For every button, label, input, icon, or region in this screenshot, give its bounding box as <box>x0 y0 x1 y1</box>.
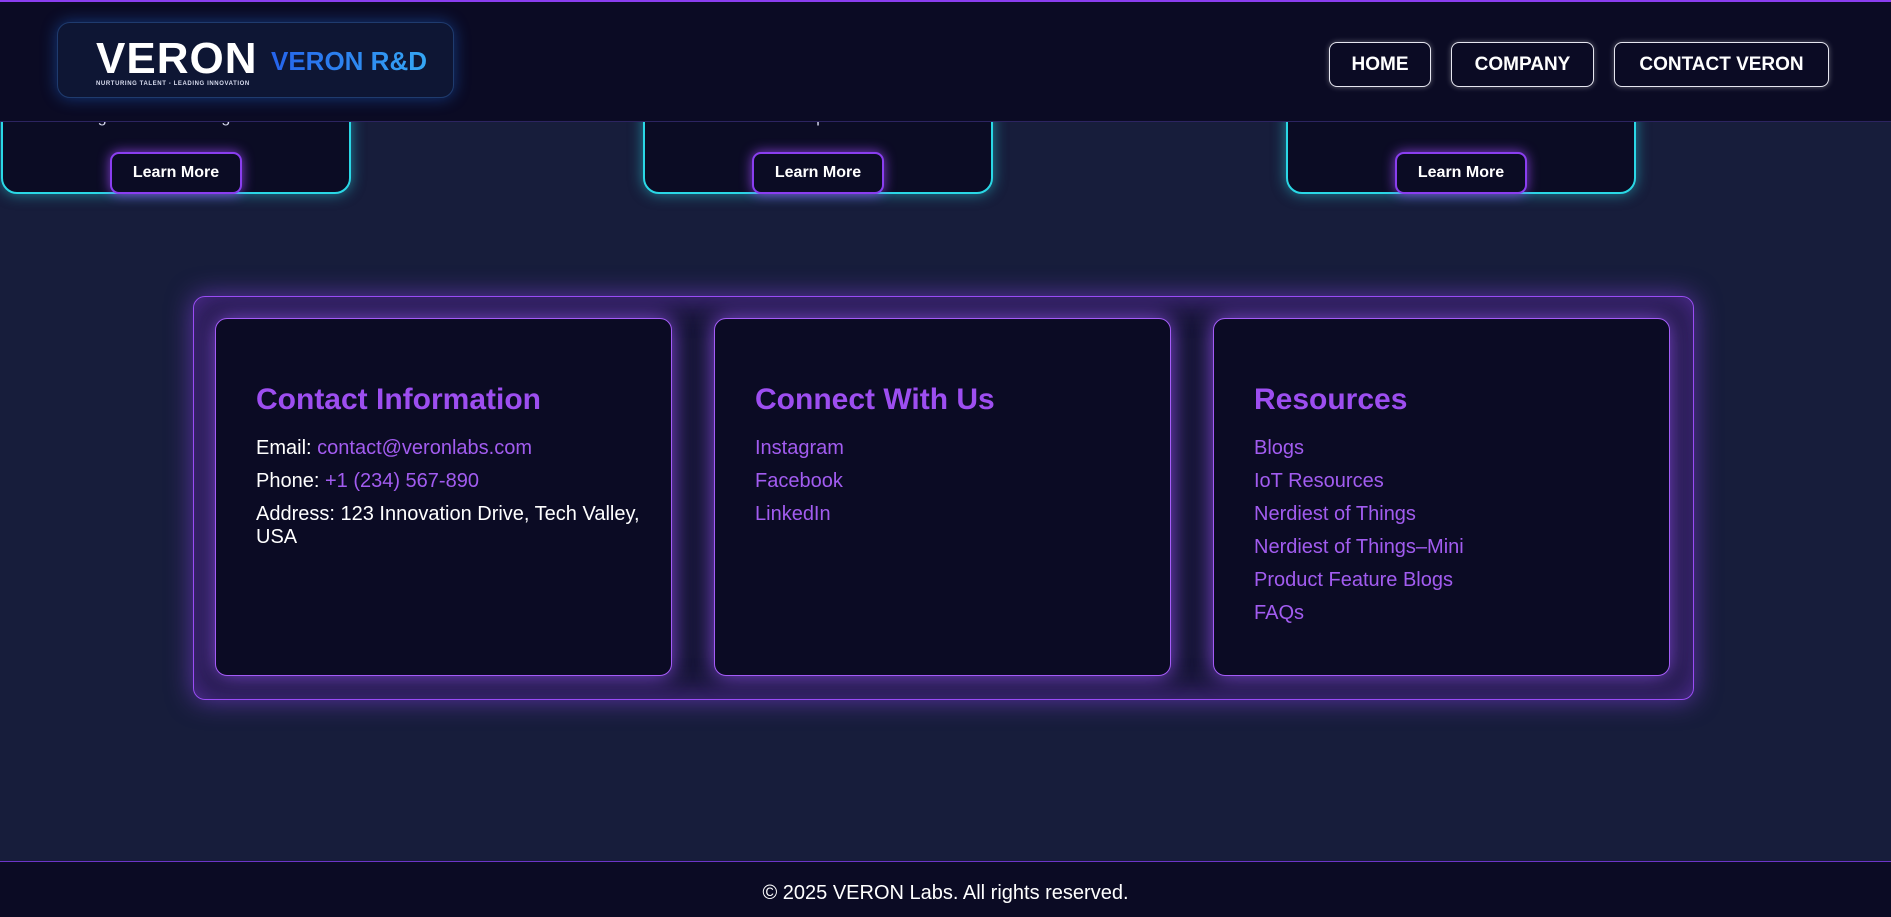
nav-contact-button[interactable]: CONTACT VERON <box>1614 42 1829 87</box>
logo-mark: VERON NURTURING TALENT - LEADING INNOVAT… <box>96 34 258 88</box>
nerdiest-of-things-link[interactable]: Nerdiest of Things <box>1254 503 1416 525</box>
blogs-link[interactable]: Blogs <box>1254 437 1304 459</box>
connect-title: Connect With Us <box>755 383 995 416</box>
logo-tagline: NURTURING TALENT - LEADING INNOVATION <box>96 81 250 87</box>
resources-links-list: Blogs IoT Resources Nerdiest of Things N… <box>1254 437 1639 635</box>
logo[interactable]: VERON NURTURING TALENT - LEADING INNOVAT… <box>57 22 454 98</box>
linkedin-link[interactable]: LinkedIn <box>755 503 831 525</box>
contact-info-title: Contact Information <box>256 383 541 416</box>
product-feature-blogs-link[interactable]: Product Feature Blogs <box>1254 569 1453 591</box>
iot-resources-link[interactable]: IoT Resources <box>1254 470 1384 492</box>
copyright-text: © 2025 VERON Labs. All rights reserved. <box>762 882 1129 904</box>
connect-card: Connect With Us Instagram Facebook Linke… <box>714 318 1171 676</box>
email-label: Email: <box>256 437 312 459</box>
phone-row: Phone: +1 (234) 567-890 <box>256 470 641 493</box>
instagram-link[interactable]: Instagram <box>755 437 844 459</box>
social-links-list: Instagram Facebook LinkedIn <box>755 437 1140 536</box>
info-section: Contact Information Email: contact@veron… <box>193 296 1694 700</box>
resources-card: Resources Blogs IoT Resources Nerdiest o… <box>1213 318 1670 676</box>
site-header: VERON NURTURING TALENT - LEADING INNOVAT… <box>0 0 1891 122</box>
email-link[interactable]: contact@veronlabs.com <box>317 437 532 459</box>
learn-more-button[interactable]: Learn More <box>752 152 884 194</box>
facebook-link[interactable]: Facebook <box>755 470 843 492</box>
logo-wordmark: VERON <box>96 34 258 83</box>
nerdiest-of-things-mini-link[interactable]: Nerdiest of Things–Mini <box>1254 536 1464 558</box>
learn-more-button[interactable]: Learn More <box>110 152 242 194</box>
brand-title: VERON R&D <box>271 46 428 76</box>
nav-company-button[interactable]: COMPANY <box>1451 42 1594 87</box>
email-row: Email: contact@veronlabs.com <box>256 437 641 460</box>
address-text: Address: 123 Innovation Drive, Tech Vall… <box>256 503 640 548</box>
learn-more-button[interactable]: Learn More <box>1395 152 1527 194</box>
contact-info-list: Email: contact@veronlabs.com Phone: +1 (… <box>256 437 641 559</box>
phone-link[interactable]: +1 (234) 567-890 <box>325 470 479 492</box>
contact-info-card: Contact Information Email: contact@veron… <box>215 318 672 676</box>
site-footer: © 2025 VERON Labs. All rights reserved. <box>0 861 1891 917</box>
faqs-link[interactable]: FAQs <box>1254 602 1304 624</box>
resources-title: Resources <box>1254 383 1408 416</box>
phone-label: Phone: <box>256 470 320 492</box>
nav-home-button[interactable]: HOME <box>1329 42 1431 87</box>
